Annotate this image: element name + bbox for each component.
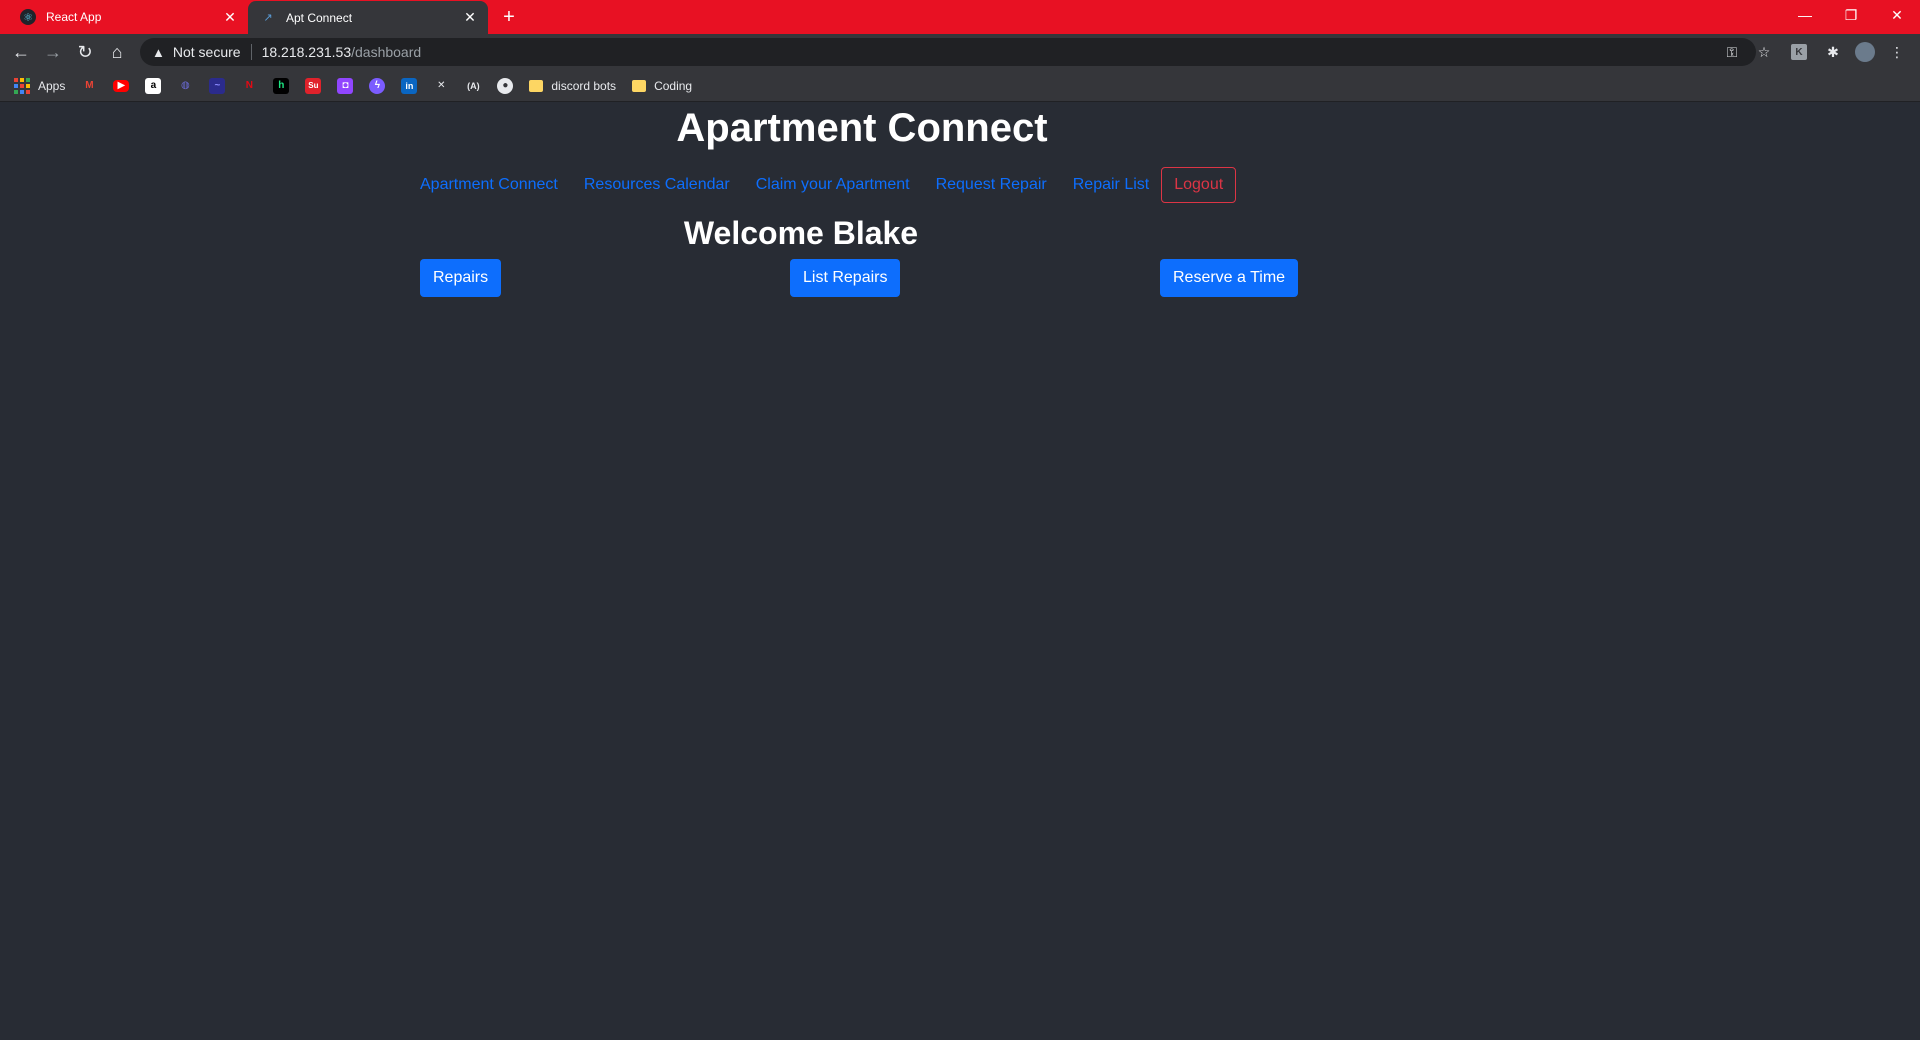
forward-icon[interactable]: → [40,39,66,65]
profile-avatar[interactable] [1855,42,1875,62]
bookmark-messenger[interactable]: ϟ [369,77,386,94]
address-bar[interactable]: ▲ Not secure 18.218.231.53 /dashboard ⚿ … [140,38,1770,66]
gmail-icon: M [85,80,94,91]
bookmark-icon-12: ✕ [437,80,446,91]
minimize-icon[interactable]: — [1782,0,1828,30]
bookmark-github[interactable]: ● [497,77,514,94]
bookmarks-bar: Apps M ▶ a ◍ ~ N h Su ◘ ϟ in ✕ (A) ● dis… [0,70,1920,102]
list-repairs-button[interactable]: List Repairs [790,259,901,297]
apps-grid-icon [14,77,30,94]
tab-title: React App [46,10,102,24]
nav-link-repair-list[interactable]: Repair List [1073,176,1149,194]
apps-label: Apps [38,78,66,93]
youtube-icon: ▶ [113,79,130,92]
star-icon[interactable]: ☆ [1754,42,1774,62]
app-content: Apartment Connect Apartment Connect Reso… [0,102,1920,1040]
tab-apt-connect[interactable]: ↗ Apt Connect ✕ [248,1,488,34]
bookmark-5[interactable]: ~ [209,77,226,94]
key-icon[interactable]: ⚿ [1722,42,1742,62]
twitch-icon: ◘ [337,77,354,94]
page-title: Apartment Connect [676,106,1048,150]
bookmark-folder-coding[interactable]: Coding [632,79,692,93]
tab-close-icon[interactable]: ✕ [460,8,480,28]
browser-toolbar: ← → ↻ ⌂ ▲ Not secure 18.218.231.53 /dash… [0,34,1920,70]
divider [250,44,252,60]
security-label[interactable]: Not secure [173,44,241,60]
apt-connect-icon: ↗ [263,12,273,24]
bookmark-linkedin[interactable]: in [401,77,418,94]
bookmark-gmail[interactable]: M [81,78,97,94]
linkedin-icon: in [401,77,418,94]
extensions-icon[interactable]: ✱ [1823,42,1843,62]
bookmark-hulu[interactable]: h [273,77,290,94]
close-window-icon[interactable]: ✕ [1874,0,1920,30]
restore-icon[interactable]: ❐ [1828,0,1874,30]
tab-close-icon[interactable]: ✕ [220,7,240,27]
nav-link-claim-apartment[interactable]: Claim your Apartment [756,176,910,194]
tab-react-app[interactable]: ⚛ React App ✕ [8,0,248,34]
repairs-button[interactable]: Repairs [420,259,502,297]
folder-icon [632,79,647,92]
bookmark-twitch[interactable]: ◘ [337,77,354,94]
bookmark-4[interactable]: ◍ [177,78,193,94]
reserve-time-button[interactable]: Reserve a Time [1160,259,1299,297]
url-host[interactable]: 18.218.231.53 [262,44,352,60]
nav-link-request-repair[interactable]: Request Repair [936,176,1047,194]
bookmark-supreme[interactable]: Su [305,77,322,94]
welcome-heading: Welcome Blake [683,215,919,251]
netflix-icon: N [245,80,253,91]
bookmark-12[interactable]: ✕ [433,78,449,94]
home-icon[interactable]: ⌂ [104,39,130,65]
bookmark-icon-13: (A) [467,80,480,91]
main-nav: Apartment Connect Resources Calendar Cla… [420,167,1237,203]
folder-icon [529,79,544,92]
menu-icon[interactable]: ⋮ [1887,42,1907,62]
logout-button[interactable]: Logout [1161,167,1237,203]
folder-label: discord bots [551,78,617,93]
tab-strip: ⚛ React App ✕ ↗ Apt Connect ✕ + — ❐ ✕ [0,0,1920,34]
back-icon[interactable]: ← [8,39,34,65]
bookmark-13[interactable]: (A) [465,78,481,94]
reload-icon[interactable]: ↻ [72,39,98,65]
messenger-icon: ϟ [369,77,386,94]
bookmark-folder-discord-bots[interactable]: discord bots [529,79,616,93]
bookmark-netflix[interactable]: N [241,78,257,94]
warning-icon[interactable]: ▲ [152,45,165,60]
react-icon: ⚛ [20,9,36,25]
bookmark-youtube[interactable]: ▶ [113,79,130,92]
tab-title: Apt Connect [286,10,353,25]
nav-link-apartment-connect[interactable]: Apartment Connect [420,176,558,194]
nav-link-resources-calendar[interactable]: Resources Calendar [584,176,730,194]
bookmark-amazon[interactable]: a [145,77,162,94]
hulu-icon: h [273,77,290,94]
github-icon: ● [497,77,514,94]
url-path[interactable]: /dashboard [351,44,421,60]
bookmark-icon-4: ◍ [180,80,190,91]
amazon-icon: a [145,77,162,94]
new-tab-button[interactable]: + [496,4,522,30]
bookmark-icon-5: ~ [209,77,226,94]
apps-bookmark[interactable]: Apps [14,77,66,94]
supreme-icon: Su [305,77,322,94]
folder-label: Coding [654,78,693,93]
extension-k-icon[interactable]: K [1791,44,1807,60]
